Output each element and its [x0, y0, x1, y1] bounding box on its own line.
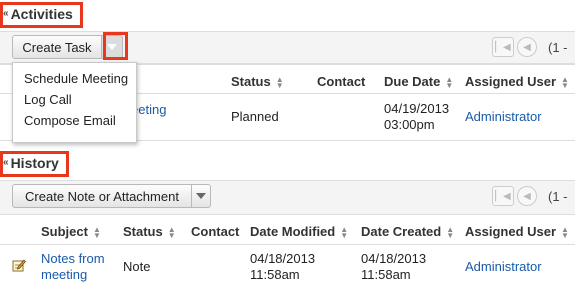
menu-item-compose-email[interactable]: Compose Email: [13, 110, 136, 131]
column-contact[interactable]: Contact: [191, 224, 239, 239]
first-page-icon: ▏◀: [495, 41, 511, 53]
activity-due-time: 03:00pm: [384, 117, 435, 132]
history-modified-time: 11:58am: [250, 267, 300, 282]
history-created-time: 11:58am: [361, 267, 411, 282]
create-note-dropdown-button[interactable]: [191, 184, 211, 208]
activities-pager: ▏◀ ◀ (1 -: [492, 37, 568, 57]
sort-icon: ▲ ▼: [561, 74, 569, 90]
sort-icon: ▲ ▼: [275, 74, 284, 90]
sort-icon: ▲ ▼: [446, 224, 455, 240]
column-contact[interactable]: Contact: [317, 74, 365, 89]
first-page-button[interactable]: ▏◀: [492, 37, 514, 57]
create-note-label: Create Note or Attachment: [25, 188, 179, 204]
create-task-label: Create Task: [22, 39, 92, 55]
column-due-date[interactable]: Due Date ▲ ▼: [384, 74, 453, 89]
history-modified-date: 04/18/2013: [250, 251, 316, 266]
history-created-date: 04/18/2013: [361, 251, 427, 266]
history-title-highlight: [0, 151, 69, 177]
sort-icon: ▲ ▼: [167, 224, 176, 240]
activity-due-date: 04/19/2013: [384, 101, 450, 116]
history-header-bottom-line: [0, 244, 575, 245]
history-assigned-user-link[interactable]: Administrator: [465, 259, 542, 275]
column-assigned-user[interactable]: Assigned User ▲ ▼: [465, 74, 569, 89]
chevron-down-icon: [196, 193, 206, 199]
first-page-button[interactable]: ▏◀: [492, 186, 514, 206]
sort-icon: ▲ ▼: [92, 224, 101, 240]
menu-item-schedule-meeting[interactable]: Schedule Meeting: [13, 68, 136, 89]
column-date-modified[interactable]: Date Modified ▲ ▼: [250, 224, 348, 239]
history-pager: ▏◀ ◀ (1 -: [492, 186, 568, 206]
column-assigned-user[interactable]: Assigned User ▲ ▼: [465, 224, 569, 239]
column-date-created[interactable]: Date Created ▲ ▼: [361, 224, 454, 239]
history-subject-line1[interactable]: Notes from: [41, 251, 105, 267]
column-subject[interactable]: Subject ▲ ▼: [41, 224, 101, 239]
previous-page-button[interactable]: ◀: [517, 37, 537, 57]
previous-page-button[interactable]: ◀: [517, 186, 537, 206]
previous-page-icon: ◀: [523, 190, 531, 202]
create-note-button[interactable]: Create Note or Attachment: [12, 184, 192, 208]
history-status: Note: [123, 259, 151, 274]
edit-note-icon[interactable]: [12, 258, 26, 272]
sort-icon: ▲ ▼: [445, 74, 454, 90]
history-subject-line2[interactable]: meeting: [41, 267, 87, 283]
activity-assigned-user-link[interactable]: Administrator: [465, 109, 542, 125]
column-status[interactable]: Status ▲ ▼: [231, 74, 284, 89]
sort-icon: ▲ ▼: [340, 224, 349, 240]
previous-page-icon: ◀: [523, 41, 531, 53]
create-task-button[interactable]: Create Task: [12, 35, 102, 59]
sort-icon: ▲ ▼: [561, 224, 569, 240]
first-page-icon: ▏◀: [495, 190, 511, 202]
dropdown-highlight: [103, 32, 128, 60]
column-status[interactable]: Status ▲ ▼: [123, 224, 176, 239]
pager-text: (1 -: [548, 188, 568, 204]
menu-item-log-call[interactable]: Log Call: [13, 89, 136, 110]
pager-text: (1 -: [548, 39, 568, 55]
create-task-dropdown-menu: Schedule Meeting Log Call Compose Email: [12, 62, 137, 143]
activity-status: Planned: [231, 109, 279, 124]
activities-title-highlight: [0, 2, 83, 28]
